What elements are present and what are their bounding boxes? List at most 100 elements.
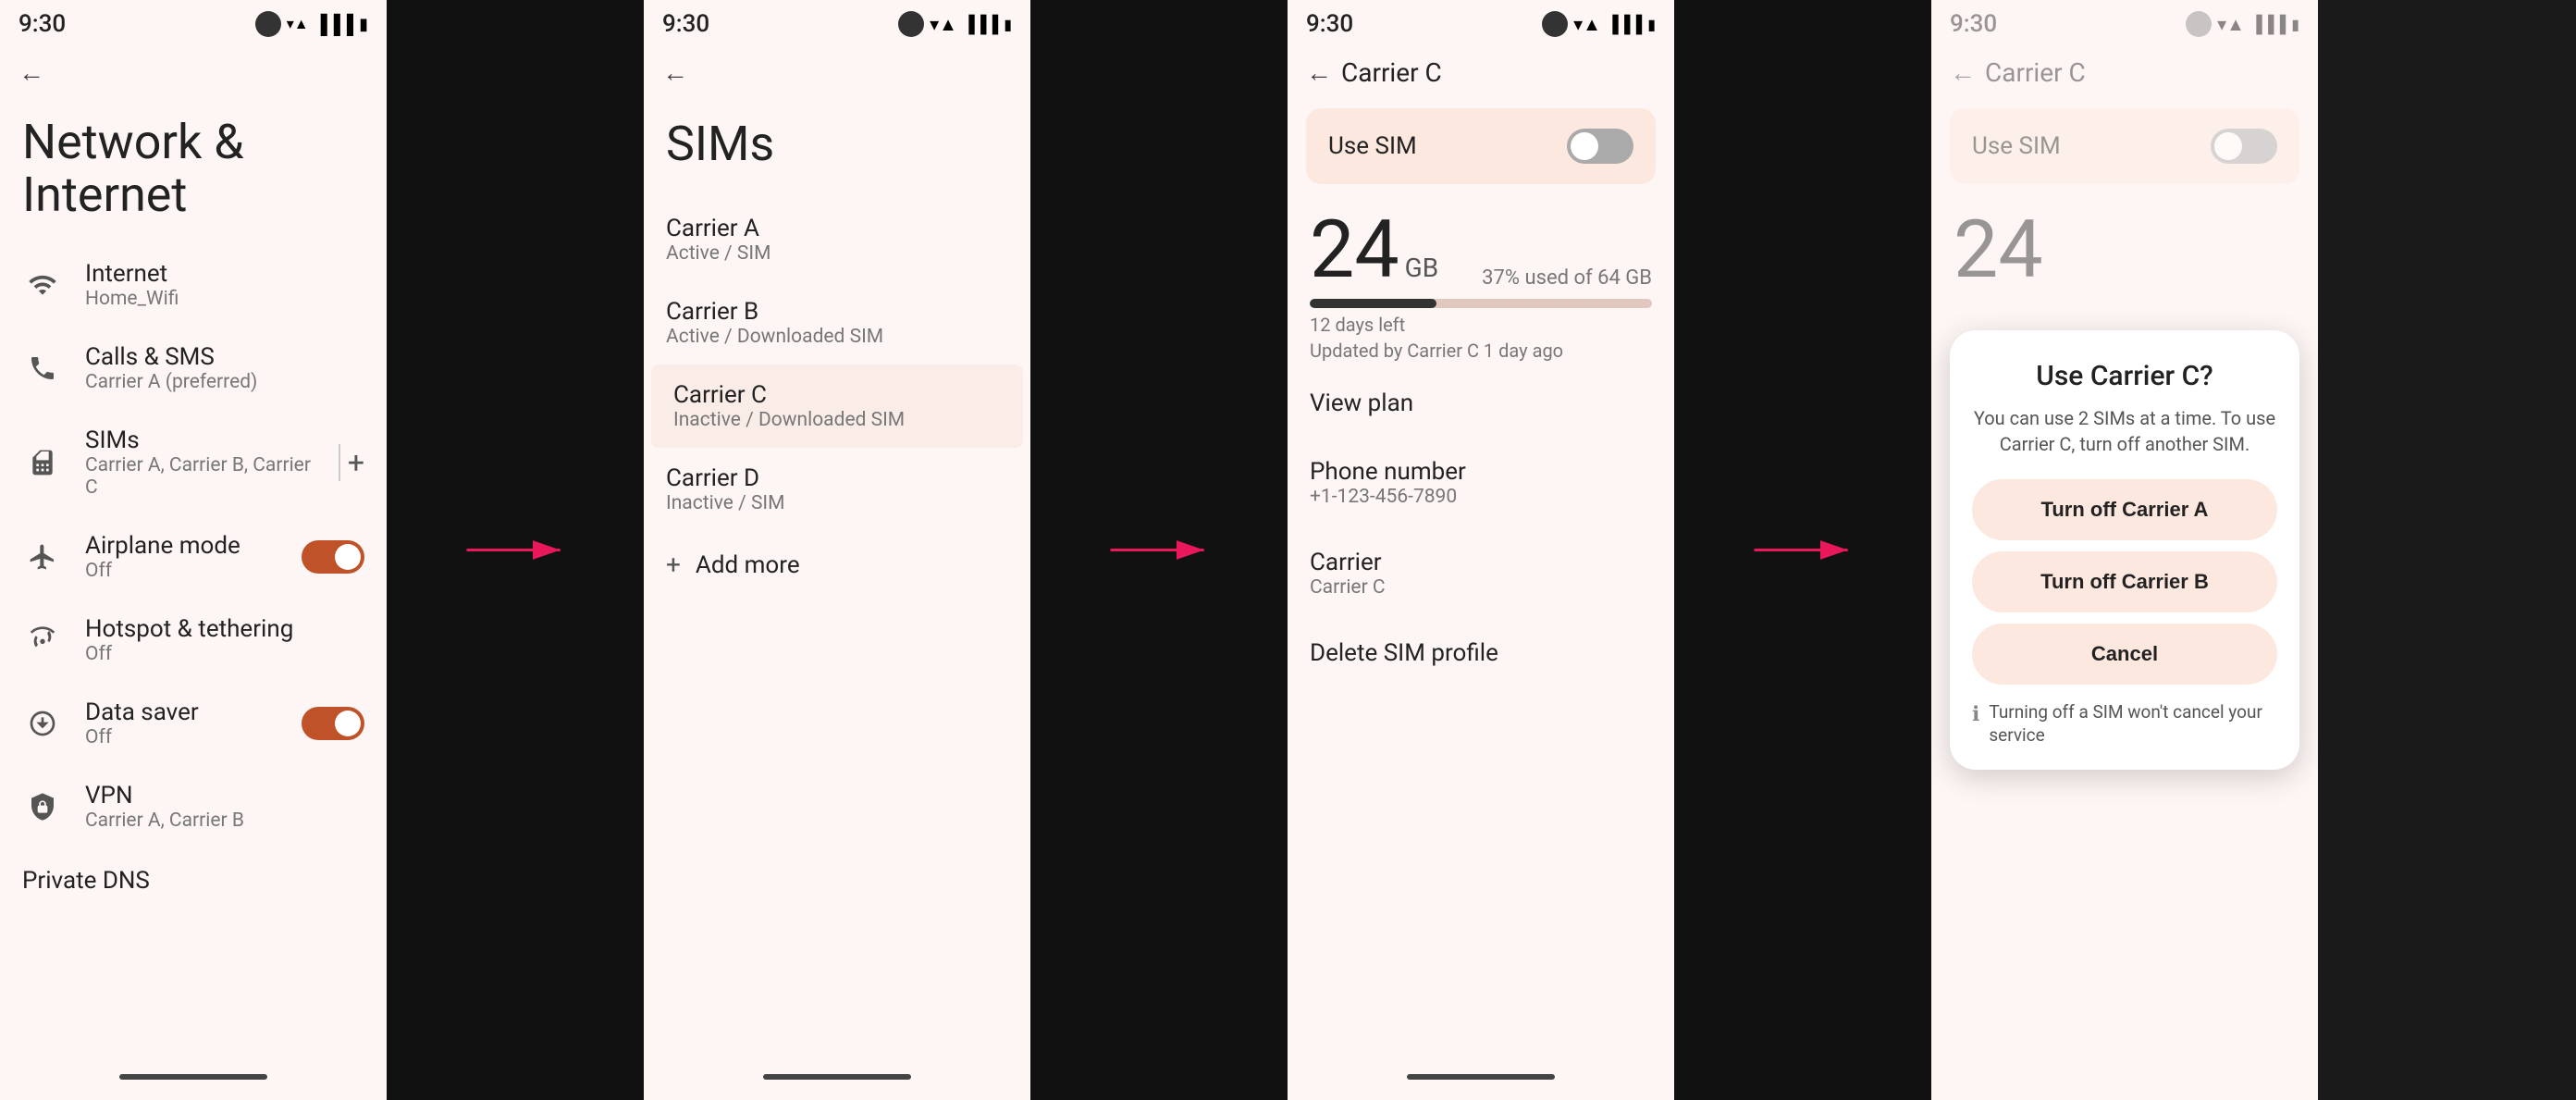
carrier-a-status: Active / SIM bbox=[666, 242, 1008, 265]
menu-item-internet[interactable]: Internet Home_Wifi bbox=[0, 243, 387, 327]
status-time-2: 9:30 bbox=[662, 10, 709, 38]
vpn-sub: Carrier A, Carrier B bbox=[85, 810, 364, 832]
carrier-sub: Carrier C bbox=[1310, 576, 1652, 599]
screen-dialog: 9:30 ▾▲ ▐▐▐ ▮ ← Carrier C Use SIM 24 bbox=[1931, 0, 2318, 1100]
sim-item-carrier-a[interactable]: Carrier A Active / SIM bbox=[644, 198, 1030, 281]
wifi-icon-3: ▾▲ bbox=[1573, 13, 1601, 36]
airplane-sub: Off bbox=[85, 560, 279, 582]
phone-number-label: Phone number bbox=[1310, 458, 1652, 486]
use-sim-banner[interactable]: Use SIM bbox=[1306, 108, 1656, 184]
home-indicator-1 bbox=[119, 1074, 267, 1080]
data-amount: 24 GB bbox=[1310, 210, 1438, 290]
dialog-desc: You can use 2 SIMs at a time. To use Car… bbox=[1972, 405, 2277, 457]
arrow-separator-3 bbox=[1674, 0, 1931, 1100]
use-sim-toggle[interactable] bbox=[1567, 129, 1633, 164]
calls-label: Calls & SMS bbox=[85, 343, 364, 371]
turn-off-carrier-a-btn[interactable]: Turn off Carrier A bbox=[1972, 479, 2277, 540]
internet-label: Internet bbox=[85, 260, 364, 288]
internet-text: Internet Home_Wifi bbox=[85, 260, 364, 310]
sim-item-carrier-c[interactable]: Carrier C Inactive / Downloaded SIM bbox=[651, 365, 1023, 448]
arrow-1 bbox=[460, 529, 571, 571]
battery-icon-1: ▮ bbox=[359, 15, 368, 34]
vpn-label: VPN bbox=[85, 782, 364, 810]
vpn-text: VPN Carrier A, Carrier B bbox=[85, 782, 364, 832]
carrier-item[interactable]: Carrier Carrier C bbox=[1288, 528, 1674, 619]
battery-icon-2: ▮ bbox=[1004, 16, 1012, 33]
back-btn-3[interactable]: ← Carrier C bbox=[1288, 44, 1674, 97]
updated-meta: Updated by Carrier C 1 day ago bbox=[1310, 340, 1652, 362]
screen-carrier-c: 9:30 ▾▲ ▐▐▐ ▮ ← Carrier C Use SIM 24 GB … bbox=[1288, 0, 1674, 1100]
menu-item-calls[interactable]: Calls & SMS Carrier A (preferred) bbox=[0, 327, 387, 410]
airplane-icon bbox=[22, 537, 63, 577]
sims-text: SIMs Carrier A, Carrier B, Carrier C bbox=[85, 426, 316, 499]
airplane-toggle[interactable] bbox=[302, 540, 364, 574]
menu-item-sims[interactable]: SIMs Carrier A, Carrier B, Carrier C + bbox=[0, 410, 387, 515]
menu-item-airplane[interactable]: Airplane mode Off bbox=[0, 515, 387, 599]
arrow-separator-1 bbox=[387, 0, 644, 1100]
datasaver-toggle[interactable] bbox=[302, 707, 364, 740]
carrier-c-name: Carrier C bbox=[673, 381, 1001, 409]
view-plan-label: View plan bbox=[1310, 389, 1652, 417]
data-unit: GB bbox=[1405, 253, 1439, 283]
data-bar-fill bbox=[1310, 299, 1436, 308]
data-bar-bg bbox=[1310, 299, 1652, 308]
battery-icon-3: ▮ bbox=[1647, 16, 1656, 33]
wifi-icon-2: ▾▲ bbox=[930, 13, 957, 36]
status-dot-1 bbox=[255, 11, 281, 37]
sims-label: SIMs bbox=[85, 426, 316, 454]
hotspot-sub: Off bbox=[85, 643, 364, 665]
hotspot-label: Hotspot & tethering bbox=[85, 615, 364, 643]
delete-sim-item[interactable]: Delete SIM profile bbox=[1288, 619, 1674, 687]
airplane-toggle-thumb bbox=[335, 544, 361, 570]
status-bar-2: 9:30 ▾▲ ▐▐▐ ▮ bbox=[644, 0, 1030, 44]
status-bar-3: 9:30 ▾▲ ▐▐▐ ▮ bbox=[1288, 0, 1674, 44]
back-arrow-1: ← bbox=[18, 57, 44, 88]
status-dot-2 bbox=[898, 11, 924, 37]
page-title-1: Network & Internet bbox=[0, 97, 387, 243]
screen-network-internet: 9:30 ▾▲ ▐▐▐ ▮ ← Network & Internet Inter… bbox=[0, 0, 387, 1100]
signal-icon-2: ▐▐▐ bbox=[963, 15, 998, 34]
sims-right: + bbox=[339, 444, 364, 481]
calls-sub: Carrier A (preferred) bbox=[85, 371, 364, 393]
arrow-2 bbox=[1103, 529, 1214, 571]
datasaver-toggle-thumb bbox=[335, 711, 361, 736]
menu-item-datasaver[interactable]: Data saver Off bbox=[0, 682, 387, 765]
turn-off-carrier-b-btn[interactable]: Turn off Carrier B bbox=[1972, 551, 2277, 612]
arrow-separator-2 bbox=[1030, 0, 1288, 1100]
dialog-overlay: Use Carrier C? You can use 2 SIMs at a t… bbox=[1931, 0, 2318, 1100]
sim-item-carrier-d[interactable]: Carrier D Inactive / SIM bbox=[644, 448, 1030, 531]
sims-divider bbox=[339, 444, 340, 481]
phone-number-sub: +1-123-456-7890 bbox=[1310, 486, 1652, 508]
add-more-label: Add more bbox=[696, 551, 800, 579]
back-arrow-3: ← bbox=[1306, 57, 1332, 88]
hotspot-icon bbox=[22, 620, 63, 661]
vpn-icon bbox=[22, 786, 63, 827]
sim-icon bbox=[22, 442, 63, 483]
carrier-c-page-title: Carrier C bbox=[1341, 57, 1442, 88]
sim-item-carrier-b[interactable]: Carrier B Active / Downloaded SIM bbox=[644, 281, 1030, 365]
add-sim-btn[interactable]: + bbox=[348, 445, 364, 480]
data-percent: 37% used of 64 GB bbox=[1482, 266, 1652, 290]
internet-sub: Home_Wifi bbox=[85, 288, 364, 310]
view-plan-item[interactable]: View plan bbox=[1288, 369, 1674, 438]
phone-number-item[interactable]: Phone number +1-123-456-7890 bbox=[1288, 438, 1674, 528]
private-dns-label[interactable]: Private DNS bbox=[0, 848, 387, 898]
airplane-label: Airplane mode bbox=[85, 532, 279, 560]
home-indicator-2 bbox=[763, 1074, 911, 1080]
carrier-a-name: Carrier A bbox=[666, 215, 1008, 242]
screen-sims: 9:30 ▾▲ ▐▐▐ ▮ ← SIMs Carrier A Active / … bbox=[644, 0, 1030, 1100]
signal-icon-3: ▐▐▐ bbox=[1607, 15, 1642, 34]
data-num: 24 bbox=[1310, 210, 1399, 290]
menu-item-hotspot[interactable]: Hotspot & tethering Off bbox=[0, 599, 387, 682]
add-more-btn[interactable]: + Add more bbox=[644, 531, 1030, 599]
back-btn-2[interactable]: ← bbox=[644, 44, 1030, 97]
cancel-btn[interactable]: Cancel bbox=[1972, 624, 2277, 685]
status-dot-3 bbox=[1542, 11, 1568, 37]
datasaver-text: Data saver Off bbox=[85, 698, 279, 748]
wifi-icon-1: ▾▲ bbox=[287, 15, 309, 33]
status-bar-1: 9:30 ▾▲ ▐▐▐ ▮ bbox=[0, 0, 387, 44]
menu-item-vpn[interactable]: VPN Carrier A, Carrier B bbox=[0, 765, 387, 848]
delete-sim-label: Delete SIM profile bbox=[1310, 639, 1652, 667]
back-btn-1[interactable]: ← bbox=[0, 44, 387, 97]
carrier-d-status: Inactive / SIM bbox=[666, 492, 1008, 514]
